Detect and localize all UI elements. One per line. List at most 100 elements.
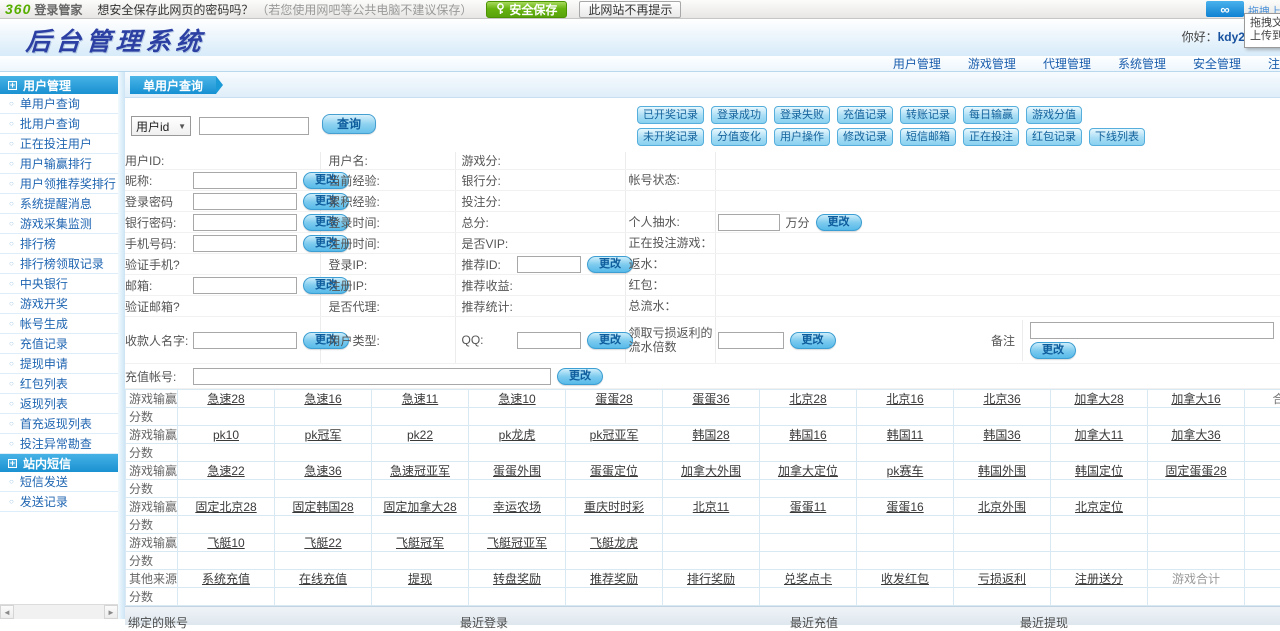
game-link[interactable]: pk赛车 — [887, 464, 924, 478]
quick-button-score-changes[interactable]: 分值变化 — [711, 128, 767, 146]
scroll-right-icon[interactable]: ► — [104, 605, 118, 619]
change-button[interactable]: 更改 — [587, 332, 633, 349]
sidebar-item-game-draw[interactable]: ○游戏开奖 — [0, 294, 118, 314]
source-link[interactable]: 系统充值 — [202, 572, 250, 586]
safe-save-button[interactable]: 安全保存 — [486, 1, 567, 18]
source-link[interactable]: 推荐奖励 — [590, 572, 638, 586]
game-link[interactable]: 飞艇冠亚军 — [487, 536, 547, 550]
sidebar-item-red-packet-list[interactable]: ○红包列表 — [0, 374, 118, 394]
query-button[interactable]: 查询 — [322, 114, 376, 134]
change-button[interactable]: 更改 — [816, 214, 862, 231]
quick-button-recharge-records[interactable]: 充值记录 — [837, 106, 893, 124]
game-link[interactable]: 韩国定位 — [1075, 464, 1123, 478]
quick-button-sms-mailbox[interactable]: 短信邮箱 — [900, 128, 956, 146]
dismiss-button[interactable]: 此网站不再提示 — [579, 1, 681, 18]
game-link[interactable]: 蛋蛋16 — [886, 500, 923, 514]
scroll-left-icon[interactable]: ◄ — [0, 605, 14, 619]
game-link[interactable]: 加拿大11 — [1075, 428, 1123, 442]
sidebar-item-referral-reward-rank[interactable]: ○用户领推荐奖排行 — [0, 174, 118, 194]
bank-password-input[interactable] — [193, 214, 297, 231]
quick-button-betting-now[interactable]: 正在投注 — [963, 128, 1019, 146]
source-link[interactable]: 在线充值 — [299, 572, 347, 586]
source-link[interactable]: 提现 — [408, 572, 432, 586]
sidebar-item-leaderboard-claims[interactable]: ○排行榜领取记录 — [0, 254, 118, 274]
source-link[interactable]: 注册送分 — [1075, 572, 1123, 586]
sidebar-item-betting-users[interactable]: ○正在投注用户 — [0, 134, 118, 154]
quick-button-daily-winloss[interactable]: 每日输赢 — [963, 106, 1019, 124]
tab-single-user-query[interactable]: 单用户查询 — [130, 76, 216, 94]
quick-button-downline-list[interactable]: 下线列表 — [1089, 128, 1145, 146]
nav-item-logout[interactable]: 注销 — [1268, 55, 1280, 72]
frame-divider[interactable] — [118, 71, 125, 619]
game-link[interactable]: pk冠军 — [305, 428, 342, 442]
sidebar-item-account-generation[interactable]: ○帐号生成 — [0, 314, 118, 334]
sidebar-item-send-records[interactable]: ○发送记录 — [0, 492, 118, 512]
quick-button-modify-records[interactable]: 修改记录 — [837, 128, 893, 146]
game-link[interactable]: 北京外围 — [978, 500, 1026, 514]
nav-item-system-mgmt[interactable]: 系统管理 — [1118, 55, 1166, 72]
search-input[interactable] — [199, 117, 309, 135]
email-input[interactable] — [193, 277, 297, 294]
sidebar-item-win-loss-rank[interactable]: ○用户输赢排行 — [0, 154, 118, 174]
game-link[interactable]: 固定蛋蛋28 — [1165, 464, 1226, 478]
sidebar-item-recharge-records[interactable]: ○充值记录 — [0, 334, 118, 354]
game-link[interactable]: 幸运农场 — [493, 500, 541, 514]
game-link[interactable]: 急速28 — [207, 392, 244, 406]
user-id-select[interactable]: 用户id ▼ — [131, 116, 191, 136]
game-link[interactable]: 韩国11 — [887, 428, 923, 442]
game-link[interactable]: 急速22 — [207, 464, 244, 478]
game-link[interactable]: 加拿大36 — [1171, 428, 1220, 442]
loss-rebate-multiplier-input[interactable] — [718, 332, 784, 349]
game-link[interactable]: 蛋蛋外围 — [493, 464, 541, 478]
game-link[interactable]: pk冠亚军 — [590, 428, 639, 442]
source-link[interactable]: 兑奖点卡 — [784, 572, 832, 586]
game-link[interactable]: 韩国外围 — [978, 464, 1026, 478]
game-link[interactable]: 急速11 — [402, 392, 438, 406]
quick-button-user-operations[interactable]: 用户操作 — [774, 128, 830, 146]
quick-button-redpacket-records[interactable]: 红包记录 — [1026, 128, 1082, 146]
source-link[interactable]: 排行奖励 — [687, 572, 735, 586]
sidebar-item-batch-user-query[interactable]: ○批用户查询 — [0, 114, 118, 134]
dropdown-item-upload-to[interactable]: 上传到 — [1250, 30, 1280, 43]
game-link[interactable]: 北京11 — [693, 500, 729, 514]
quick-button-undrawn-records[interactable]: 未开奖记录 — [637, 128, 704, 146]
source-link[interactable]: 收发红包 — [881, 572, 929, 586]
phone-input[interactable] — [193, 235, 297, 252]
sidebar-horizontal-scrollbar[interactable]: ◄ ► — [0, 604, 118, 619]
sidebar-item-game-collection-monitor[interactable]: ○游戏采集监测 — [0, 214, 118, 234]
sidebar-item-leaderboard[interactable]: ○排行榜 — [0, 234, 118, 254]
game-link[interactable]: pk10 — [213, 428, 239, 442]
change-button[interactable]: 更改 — [790, 332, 836, 349]
game-link[interactable]: 固定韩国28 — [292, 500, 353, 514]
game-link[interactable]: 北京36 — [983, 392, 1020, 406]
sidebar-item-withdrawal-requests[interactable]: ○提现申请 — [0, 354, 118, 374]
game-link[interactable]: 加拿大28 — [1074, 392, 1123, 406]
quick-button-login-success[interactable]: 登录成功 — [711, 106, 767, 124]
payee-name-input[interactable] — [193, 332, 297, 349]
game-link[interactable]: 急速16 — [304, 392, 341, 406]
game-link[interactable]: 蛋蛋36 — [692, 392, 729, 406]
quick-button-drawn-records[interactable]: 已开奖记录 — [637, 106, 704, 124]
game-link[interactable]: 加拿大定位 — [778, 464, 838, 478]
sidebar-section-user-mgmt[interactable]: + 用户管理 — [0, 76, 118, 94]
sidebar-item-system-reminders[interactable]: ○系统提醒消息 — [0, 194, 118, 214]
quick-button-transfer-records[interactable]: 转账记录 — [900, 106, 956, 124]
game-link[interactable]: 北京28 — [789, 392, 826, 406]
game-link[interactable]: 固定北京28 — [195, 500, 256, 514]
cloud-upload-button[interactable]: ∞ — [1206, 1, 1244, 17]
game-link[interactable]: 北京定位 — [1075, 500, 1123, 514]
nickname-input[interactable] — [193, 172, 297, 189]
game-link[interactable]: pk龙虎 — [499, 428, 536, 442]
change-button[interactable]: 更改 — [587, 256, 633, 273]
game-link[interactable]: 蛋蛋11 — [790, 500, 826, 514]
qq-input[interactable] — [517, 332, 581, 349]
game-link[interactable]: 急速10 — [498, 392, 535, 406]
game-link[interactable]: 韩国16 — [789, 428, 826, 442]
game-link[interactable]: 韩国36 — [983, 428, 1020, 442]
change-button[interactable]: 更改 — [557, 368, 603, 385]
nav-item-game-mgmt[interactable]: 游戏管理 — [968, 55, 1016, 72]
sidebar-item-first-recharge-cashback[interactable]: ○首充返现列表 — [0, 414, 118, 434]
nav-item-agent-mgmt[interactable]: 代理管理 — [1043, 55, 1091, 72]
game-link[interactable]: pk22 — [407, 428, 433, 442]
nav-item-user-mgmt[interactable]: 用户管理 — [893, 55, 941, 72]
